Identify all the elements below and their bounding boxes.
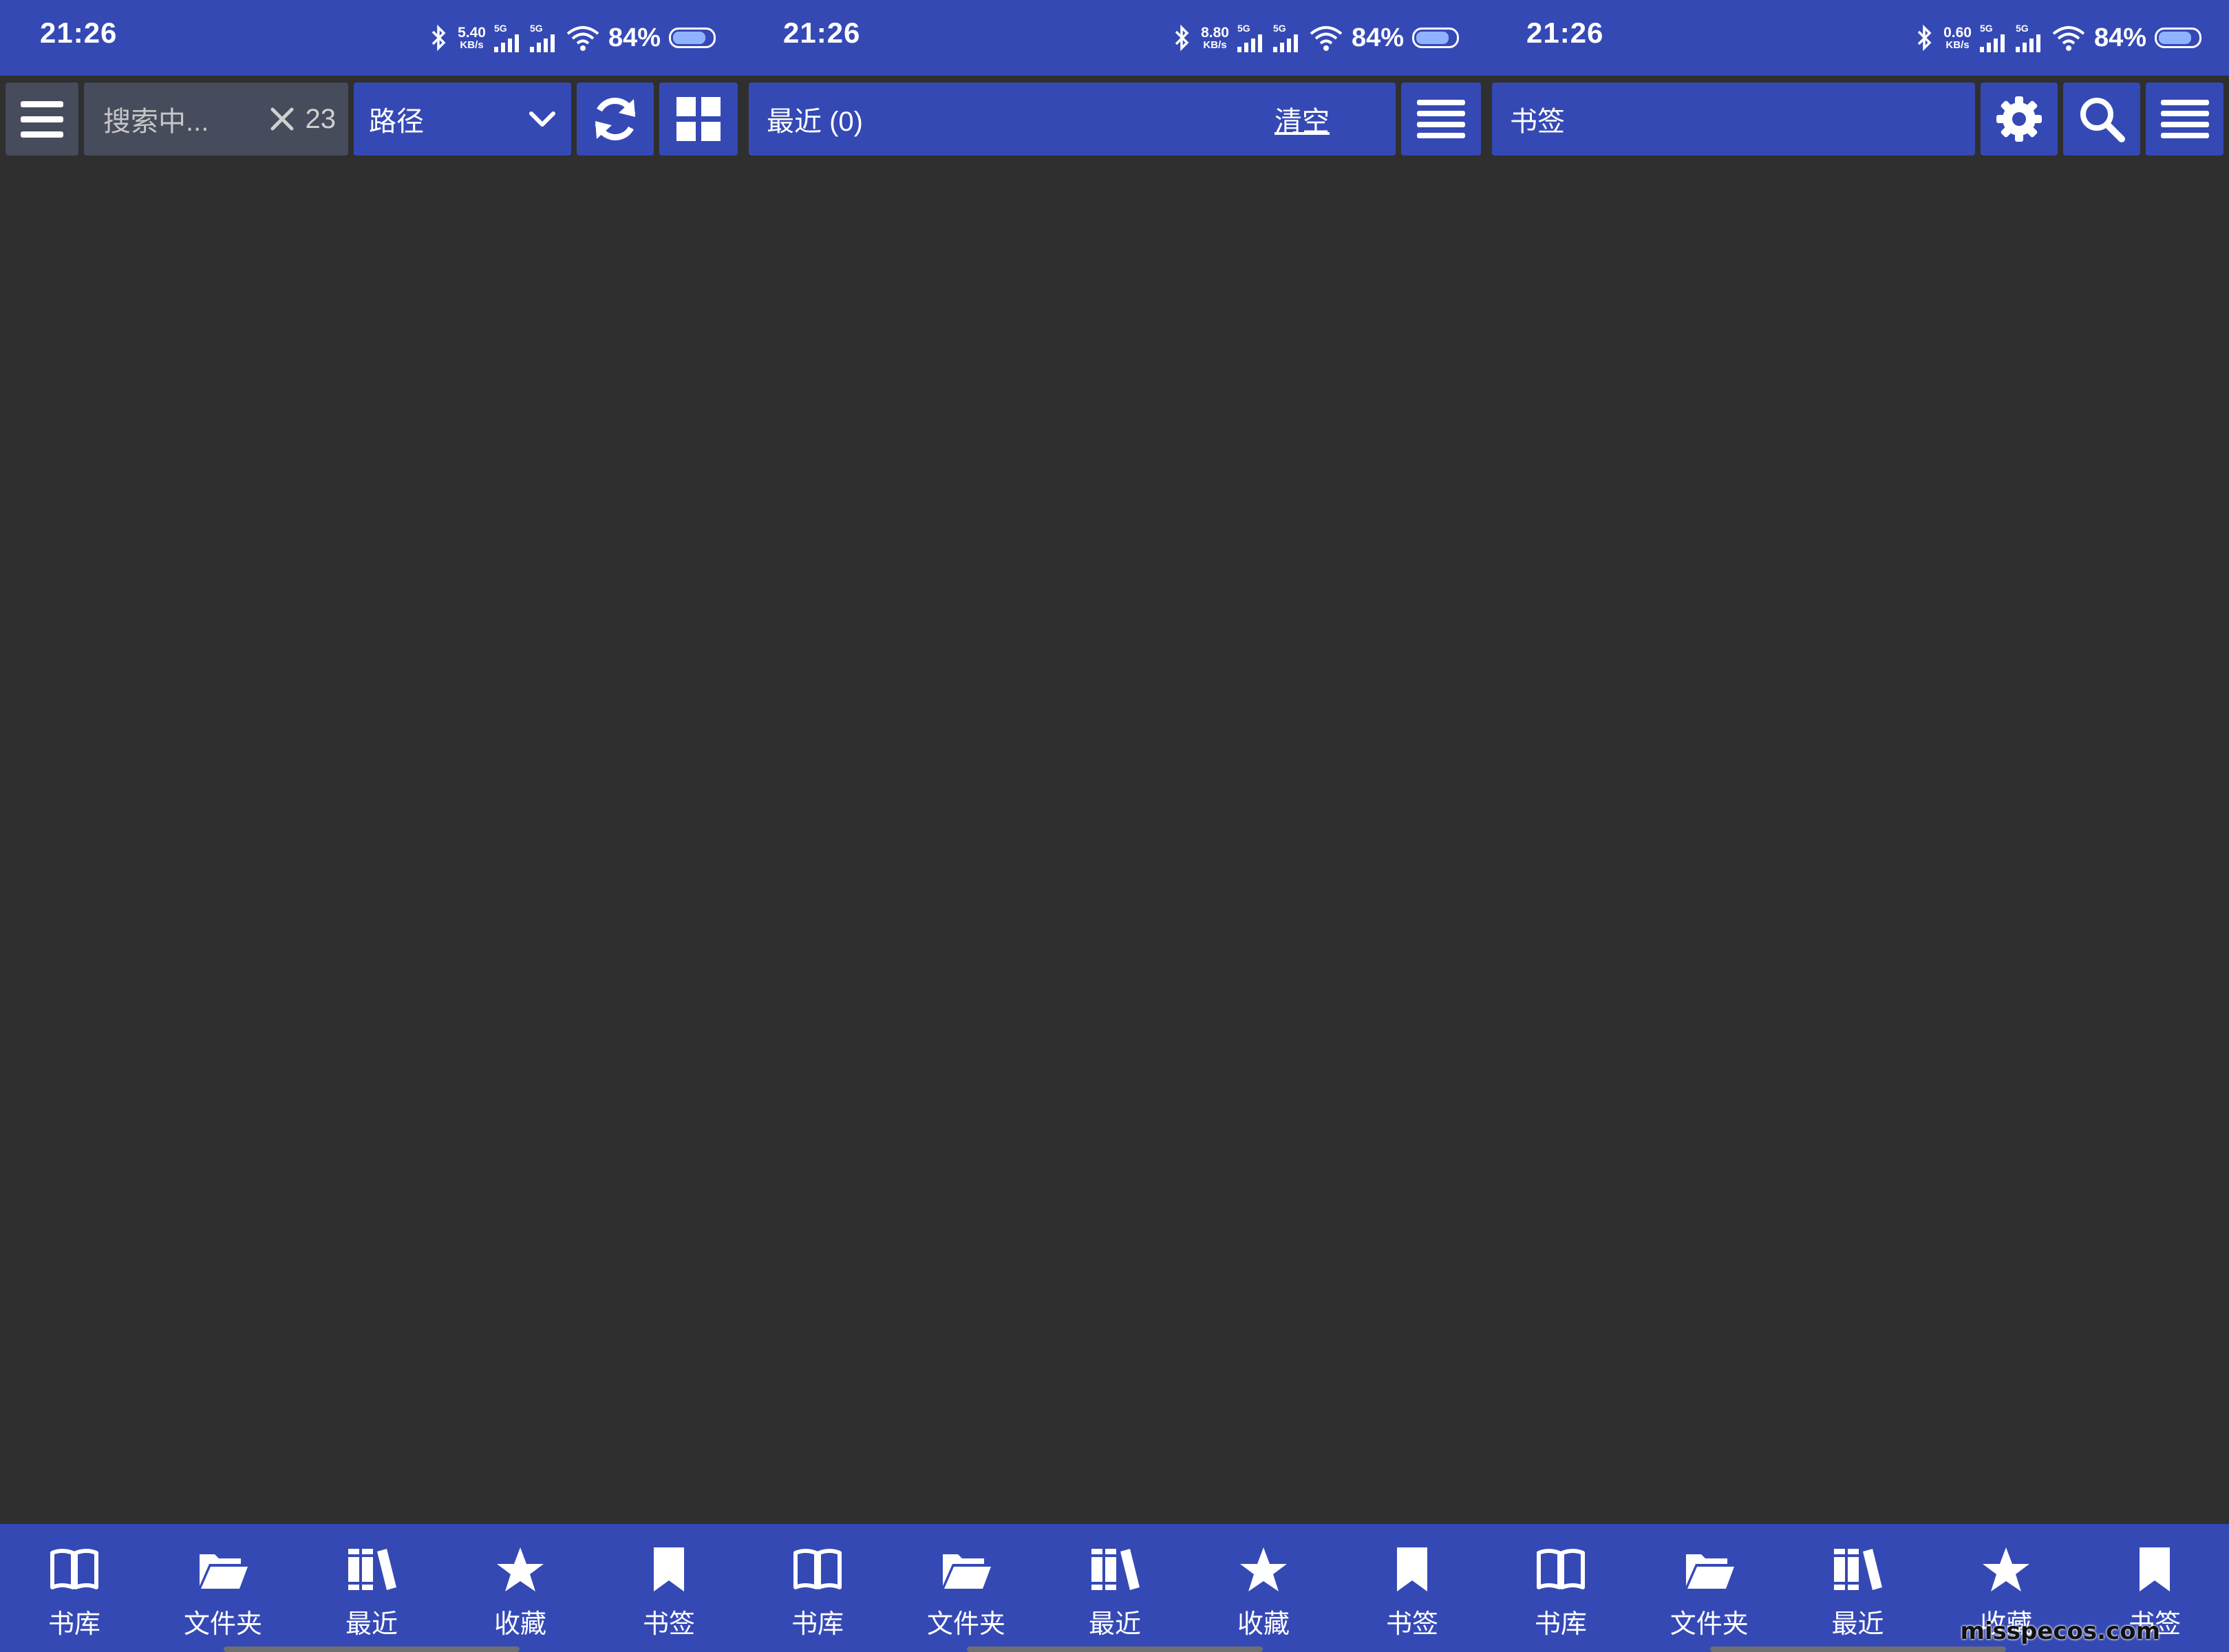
recent-title-bar: 最近 (0) 清空 (749, 83, 1396, 155)
bookmarks-title-bar: 书签 (1492, 83, 1975, 155)
grid-view-icon (676, 97, 721, 141)
bookmarks-toolbar: 书签 (1492, 83, 2223, 155)
grid-view-button[interactable] (659, 83, 738, 155)
status-icons: 5.40 KB/s 5G 5G 84% (429, 18, 716, 58)
page-title: 书签 (1510, 107, 1565, 137)
books-icon (348, 1549, 396, 1590)
home-indicator[interactable] (967, 1646, 1263, 1652)
search-result-count: 23 (305, 103, 337, 134)
signal-strength-icon: 5G (493, 23, 522, 52)
home-indicator[interactable] (224, 1646, 520, 1652)
drawer-menu-button[interactable] (6, 83, 78, 155)
path-dropdown-label: 路径 (369, 107, 424, 137)
wifi-icon (566, 26, 599, 51)
open-book-icon (50, 1549, 98, 1589)
status-time: 21:26 (40, 17, 118, 49)
recent-toolbar: 最近 (0) 清空 (749, 83, 1481, 155)
star-icon (497, 1547, 544, 1591)
nav-item-library[interactable]: 书库 (1486, 1524, 1635, 1652)
books-icon (1834, 1549, 1883, 1590)
battery-icon (2155, 28, 2201, 48)
open-book-icon (1536, 1549, 1585, 1589)
home-indicator[interactable] (1709, 1646, 2006, 1652)
bluetooth-icon (1175, 24, 1189, 52)
nav-item-favorites[interactable]: 收藏 (446, 1524, 595, 1652)
recent-screen: 21:26 8.80 KB/s 5G 5G 84% 最近 (0) 清空 书库 文件… (743, 0, 1486, 1652)
nav-item-library[interactable]: 书库 (743, 1524, 892, 1652)
signal-strength-icon: 5G (1272, 23, 1301, 52)
bottom-navigation: 书库 文件夹 最近 收藏 书签 (743, 1524, 1486, 1652)
battery-percent: 84% (608, 23, 661, 52)
bottom-navigation: 书库 文件夹 最近 收藏 书签 (0, 1524, 743, 1652)
star-icon (1983, 1547, 2030, 1591)
signal-strength-icon: 5G (1979, 23, 2007, 52)
hamburger-menu-icon (2160, 100, 2209, 138)
library-toolbar: 搜索中... 23 路径 (6, 83, 738, 155)
status-bar: 21:26 8.80 KB/s 5G 5G 84% (743, 0, 1486, 76)
bookmarks-screen: 21:26 0.60 KB/s 5G 5G 84% 书签 书库 文件夹 最近 收… (1486, 0, 2229, 1652)
folder-open-icon (1685, 1554, 1734, 1589)
refresh-icon (595, 97, 636, 141)
bookmark-icon (1397, 1547, 1427, 1591)
signal-strength-icon: 5G (2015, 23, 2043, 52)
nav-item-recent[interactable]: 最近 (1784, 1524, 1932, 1652)
battery-percent: 84% (1351, 23, 1404, 52)
page-title: 最近 (0) (767, 107, 863, 137)
wifi-icon (1310, 26, 1343, 51)
open-book-icon (793, 1549, 842, 1589)
nav-item-bookmarks[interactable]: 书签 (1338, 1524, 1486, 1652)
gear-icon (1996, 96, 2042, 142)
status-bar: 21:26 5.40 KB/s 5G 5G 84% (0, 0, 743, 76)
nav-item-library[interactable]: 书库 (0, 1524, 149, 1652)
signal-strength-icon: 5G (1237, 23, 1265, 52)
bluetooth-icon (431, 24, 446, 52)
battery-icon (669, 28, 716, 48)
search-icon (2080, 98, 2125, 142)
hamburger-menu-icon (21, 101, 63, 138)
signal-strength-icon: 5G (529, 23, 557, 52)
network-speed: 0.60 KB/s (1943, 25, 1972, 51)
hamburger-menu-icon (1417, 100, 1465, 138)
nav-item-recent[interactable]: 最近 (297, 1524, 446, 1652)
settings-button[interactable] (1981, 83, 2058, 155)
nav-item-favorites[interactable]: 收藏 (1189, 1524, 1338, 1652)
nav-item-folders[interactable]: 文件夹 (892, 1524, 1041, 1652)
bluetooth-icon (1917, 24, 1932, 52)
folder-open-icon (200, 1554, 248, 1589)
status-icons: 0.60 KB/s 5G 5G 84% (1915, 18, 2201, 58)
status-icons: 8.80 KB/s 5G 5G 84% (1172, 18, 1459, 58)
books-icon (1091, 1549, 1140, 1590)
star-icon (1240, 1547, 1287, 1591)
nav-item-bookmarks[interactable]: 书签 (595, 1524, 743, 1652)
path-dropdown[interactable]: 路径 (354, 83, 571, 155)
bookmark-icon (654, 1547, 684, 1591)
search-placeholder: 搜索中... (103, 107, 209, 137)
search-button[interactable] (2063, 83, 2140, 155)
network-speed: 5.40 KB/s (458, 25, 486, 51)
library-screen: 21:26 5.40 KB/s 5G 5G 84% 搜索中... 23 路径 书… (0, 0, 743, 1652)
bookmark-icon (2140, 1547, 2171, 1591)
battery-icon (1412, 28, 1459, 48)
status-time: 21:26 (783, 17, 861, 49)
battery-percent: 84% (2093, 23, 2146, 52)
close-icon[interactable] (270, 107, 295, 131)
nav-item-folders[interactable]: 文件夹 (1635, 1524, 1784, 1652)
clear-button[interactable]: 清空 (1275, 99, 1330, 139)
refresh-button[interactable] (577, 83, 654, 155)
nav-item-recent[interactable]: 最近 (1041, 1524, 1189, 1652)
search-input[interactable]: 搜索中... 23 (84, 83, 348, 155)
network-speed: 8.80 KB/s (1201, 25, 1229, 51)
list-menu-button[interactable] (1401, 83, 1481, 155)
list-menu-button[interactable] (2146, 83, 2223, 155)
watermark: misspecos.com (1960, 1618, 2160, 1645)
status-bar: 21:26 0.60 KB/s 5G 5G 84% (1486, 0, 2229, 76)
nav-item-folders[interactable]: 文件夹 (149, 1524, 297, 1652)
folder-open-icon (943, 1554, 991, 1589)
status-time: 21:26 (1526, 17, 1604, 49)
chevron-down-icon (529, 111, 555, 127)
wifi-icon (2052, 26, 2085, 51)
